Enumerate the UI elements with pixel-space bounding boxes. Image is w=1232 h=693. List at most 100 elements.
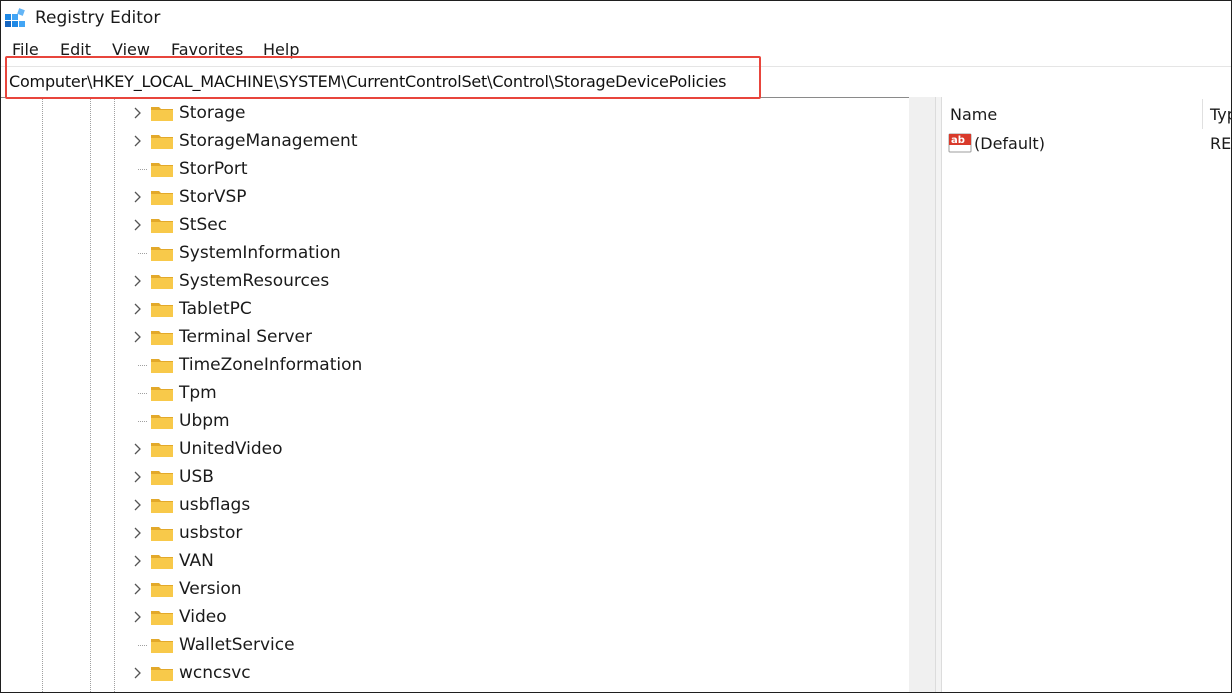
tree-item-label: UnitedVideo bbox=[179, 439, 283, 459]
tree-item-label: TabletPC bbox=[179, 299, 252, 319]
menu-view[interactable]: View bbox=[112, 40, 150, 59]
chevron-right-icon[interactable] bbox=[132, 302, 142, 316]
tree-item[interactable]: StorageManagement bbox=[1, 127, 901, 155]
tree-item[interactable]: Storage bbox=[1, 99, 901, 127]
folder-icon bbox=[151, 107, 173, 121]
value-name: (Default) bbox=[974, 134, 1045, 153]
value-type: RE bbox=[1210, 134, 1231, 153]
folder-icon bbox=[151, 499, 173, 513]
menu-help[interactable]: Help bbox=[263, 40, 299, 59]
menu-bar: File Edit View Favorites Help bbox=[1, 39, 1231, 63]
folder-icon bbox=[151, 303, 173, 317]
folder-icon bbox=[151, 359, 173, 373]
tree-item-label: usbstor bbox=[179, 523, 243, 543]
tree-connector-line bbox=[138, 169, 147, 170]
chevron-right-icon[interactable] bbox=[132, 582, 142, 596]
folder-icon bbox=[151, 191, 173, 205]
chevron-right-icon[interactable] bbox=[132, 134, 142, 148]
chevron-right-icon[interactable] bbox=[132, 442, 142, 456]
tree-item[interactable]: Version bbox=[1, 575, 901, 603]
tree-item[interactable]: UnitedVideo bbox=[1, 435, 901, 463]
folder-icon bbox=[151, 275, 173, 289]
tree-connector-line bbox=[138, 421, 147, 422]
title-bar[interactable]: Registry Editor bbox=[1, 1, 1231, 37]
pane-splitter[interactable] bbox=[935, 97, 942, 692]
tree-item-label: StorVSP bbox=[179, 187, 247, 207]
chevron-right-icon[interactable] bbox=[132, 330, 142, 344]
tree-item-label: Tpm bbox=[179, 383, 217, 403]
chevron-right-icon[interactable] bbox=[132, 498, 142, 512]
column-divider[interactable] bbox=[1202, 99, 1203, 129]
tree-item-label: Video bbox=[179, 607, 227, 627]
tree-item-label: Terminal Server bbox=[179, 327, 312, 347]
tree-item[interactable]: StorPort bbox=[1, 155, 901, 183]
folder-icon bbox=[151, 555, 173, 569]
tree-connector-line bbox=[138, 393, 147, 394]
window-title: Registry Editor bbox=[35, 8, 161, 28]
tree-item[interactable]: StorVSP bbox=[1, 183, 901, 211]
menu-favorites[interactable]: Favorites bbox=[171, 40, 243, 59]
chevron-right-icon[interactable] bbox=[132, 106, 142, 120]
folder-icon bbox=[151, 387, 173, 401]
tree-item-label: USB bbox=[179, 467, 214, 487]
chevron-right-icon[interactable] bbox=[132, 666, 142, 680]
tree-item-label: Storage bbox=[179, 103, 246, 123]
chevron-right-icon[interactable] bbox=[132, 526, 142, 540]
folder-icon bbox=[151, 583, 173, 597]
tree-item[interactable]: Tpm bbox=[1, 379, 901, 407]
chevron-right-icon[interactable] bbox=[132, 610, 142, 624]
tree-item[interactable]: TabletPC bbox=[1, 295, 901, 323]
tree-item[interactable]: Ubpm bbox=[1, 407, 901, 435]
menu-file[interactable]: File bbox=[12, 40, 39, 59]
folder-icon bbox=[151, 219, 173, 233]
folder-icon bbox=[151, 639, 173, 653]
chevron-right-icon[interactable] bbox=[132, 190, 142, 204]
key-tree[interactable]: Storage StorageManagement StorPort StorVSP S… bbox=[1, 97, 909, 692]
tree-item-label: VAN bbox=[179, 551, 214, 571]
svg-text:ab: ab bbox=[951, 135, 965, 146]
folder-icon bbox=[151, 471, 173, 485]
chevron-right-icon[interactable] bbox=[132, 218, 142, 232]
address-bar[interactable]: Computer\HKEY_LOCAL_MACHINE\SYSTEM\Curre… bbox=[1, 66, 1231, 98]
folder-icon bbox=[151, 415, 173, 429]
chevron-right-icon[interactable] bbox=[132, 554, 142, 568]
tree-scrollbar[interactable] bbox=[909, 97, 935, 692]
tree-item[interactable]: SystemInformation bbox=[1, 239, 901, 267]
tree-item-label: usbflags bbox=[179, 495, 251, 515]
menu-edit[interactable]: Edit bbox=[60, 40, 91, 59]
tree-connector-line bbox=[138, 645, 147, 646]
tree-item[interactable]: SystemResources bbox=[1, 267, 901, 295]
chevron-right-icon[interactable] bbox=[132, 470, 142, 484]
tree-item[interactable]: Terminal Server bbox=[1, 323, 901, 351]
tree-item-label: SystemInformation bbox=[179, 243, 341, 263]
folder-icon bbox=[151, 527, 173, 541]
tree-item-label: Ubpm bbox=[179, 411, 230, 431]
tree-item[interactable]: wcncsvc bbox=[1, 659, 901, 687]
folder-icon bbox=[151, 667, 173, 681]
tree-item[interactable]: VAN bbox=[1, 547, 901, 575]
tree-item[interactable]: usbflags bbox=[1, 491, 901, 519]
column-header-name[interactable]: Name bbox=[950, 105, 997, 124]
tree-item-label: StorPort bbox=[179, 159, 248, 179]
tree-item[interactable]: Video bbox=[1, 603, 901, 631]
tree-item[interactable]: StSec bbox=[1, 211, 901, 239]
folder-icon bbox=[151, 247, 173, 261]
address-path[interactable]: Computer\HKEY_LOCAL_MACHINE\SYSTEM\Curre… bbox=[9, 72, 726, 91]
tree-item-label: wcncsvc bbox=[179, 663, 251, 683]
folder-icon bbox=[151, 443, 173, 457]
folder-icon bbox=[151, 135, 173, 149]
chevron-right-icon[interactable] bbox=[132, 274, 142, 288]
value-row[interactable]: ab (Default) RE bbox=[942, 131, 1231, 157]
string-value-icon: ab bbox=[948, 133, 972, 153]
column-header-type[interactable]: Typ bbox=[1210, 105, 1231, 124]
tree-connector-line bbox=[138, 253, 147, 254]
tree-item[interactable]: TimeZoneInformation bbox=[1, 351, 901, 379]
tree-item-label: SystemResources bbox=[179, 271, 330, 291]
folder-icon bbox=[151, 331, 173, 345]
tree-item[interactable]: WalletService bbox=[1, 631, 901, 659]
values-list[interactable]: Name Typ ab (Default) RE bbox=[942, 97, 1231, 692]
tree-item[interactable]: USB bbox=[1, 463, 901, 491]
tree-item[interactable]: usbstor bbox=[1, 519, 901, 547]
tree-item-label: TimeZoneInformation bbox=[179, 355, 363, 375]
tree-connector-line bbox=[138, 365, 147, 366]
